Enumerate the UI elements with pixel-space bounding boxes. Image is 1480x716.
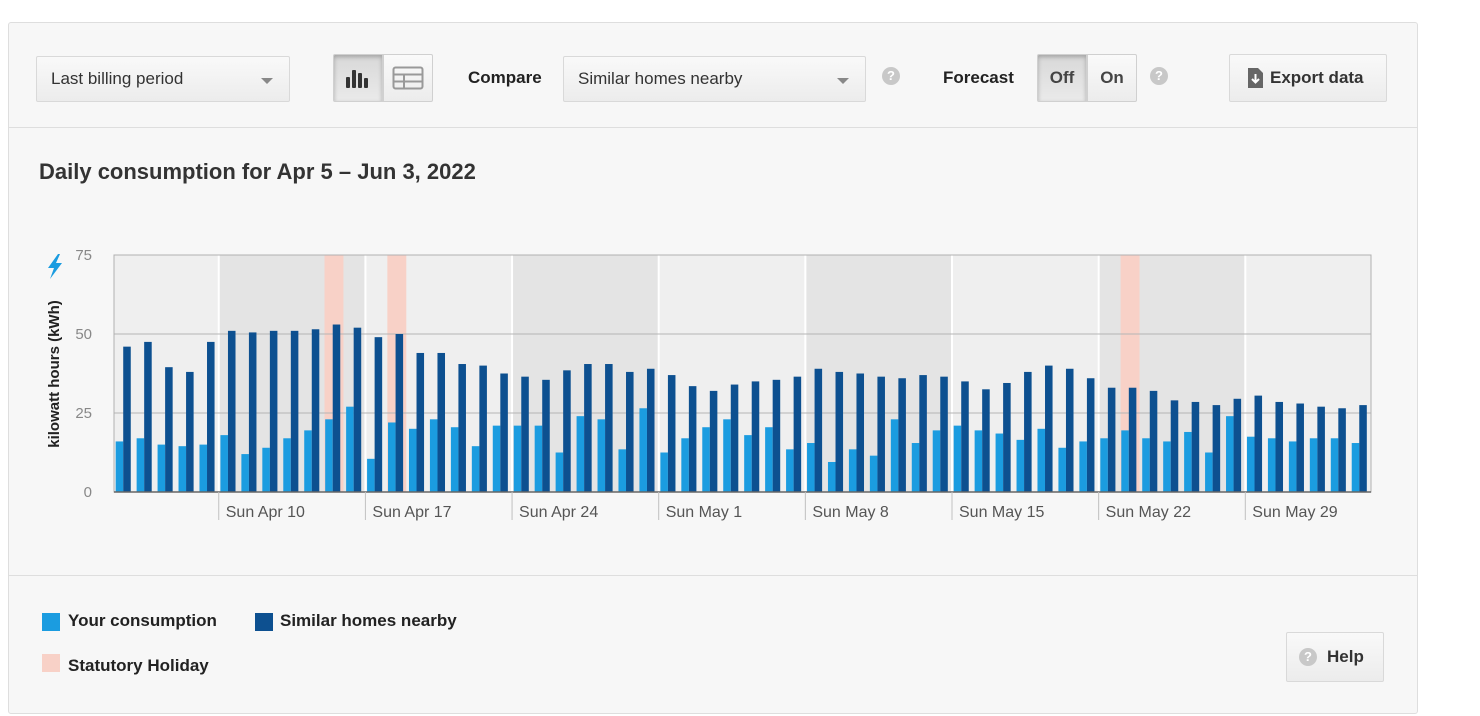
compare-value: Similar homes nearby: [578, 69, 743, 88]
bar-chart-icon: [346, 70, 368, 88]
table-icon: [392, 66, 424, 90]
legend-label-holiday: Statutory Holiday: [68, 656, 209, 675]
billing-period-select[interactable]: Last billing period: [36, 56, 290, 102]
export-data-button[interactable]: Export data: [1229, 54, 1387, 102]
legend-swatch-similar: [255, 613, 273, 631]
forecast-off-button[interactable]: Off: [1037, 54, 1087, 102]
compare-select[interactable]: Similar homes nearby: [563, 56, 866, 102]
legend-swatch-holiday: [42, 654, 60, 672]
toolbar: Last billing period Compare Similar home…: [9, 23, 1417, 128]
compare-label: Compare: [468, 68, 542, 87]
chevron-down-icon: [837, 78, 849, 84]
consumption-panel: Last billing period Compare Similar home…: [8, 22, 1418, 714]
help-icon: ?: [1299, 648, 1317, 666]
forecast-label: Forecast: [943, 68, 1014, 87]
download-file-icon: [1248, 68, 1263, 88]
export-data-label: Export data: [1270, 68, 1364, 87]
billing-period-value: Last billing period: [51, 69, 184, 88]
chevron-down-icon: [261, 78, 273, 84]
table-view-button[interactable]: [383, 54, 433, 102]
legend-label-similar: Similar homes nearby: [280, 611, 457, 630]
bar-chart-view-button[interactable]: [333, 54, 383, 102]
compare-help-icon[interactable]: ?: [882, 67, 900, 85]
chart-title: Daily consumption for Apr 5 – Jun 3, 202…: [39, 159, 476, 184]
forecast-help-icon[interactable]: ?: [1150, 67, 1168, 85]
legend: Your consumption Similar homes nearby St…: [9, 575, 1417, 716]
forecast-on-button[interactable]: On: [1087, 54, 1137, 102]
legend-swatch-your: [42, 613, 60, 631]
help-button[interactable]: ? Help: [1286, 632, 1384, 682]
legend-label-your: Your consumption: [68, 611, 217, 630]
help-label: Help: [1327, 647, 1364, 666]
